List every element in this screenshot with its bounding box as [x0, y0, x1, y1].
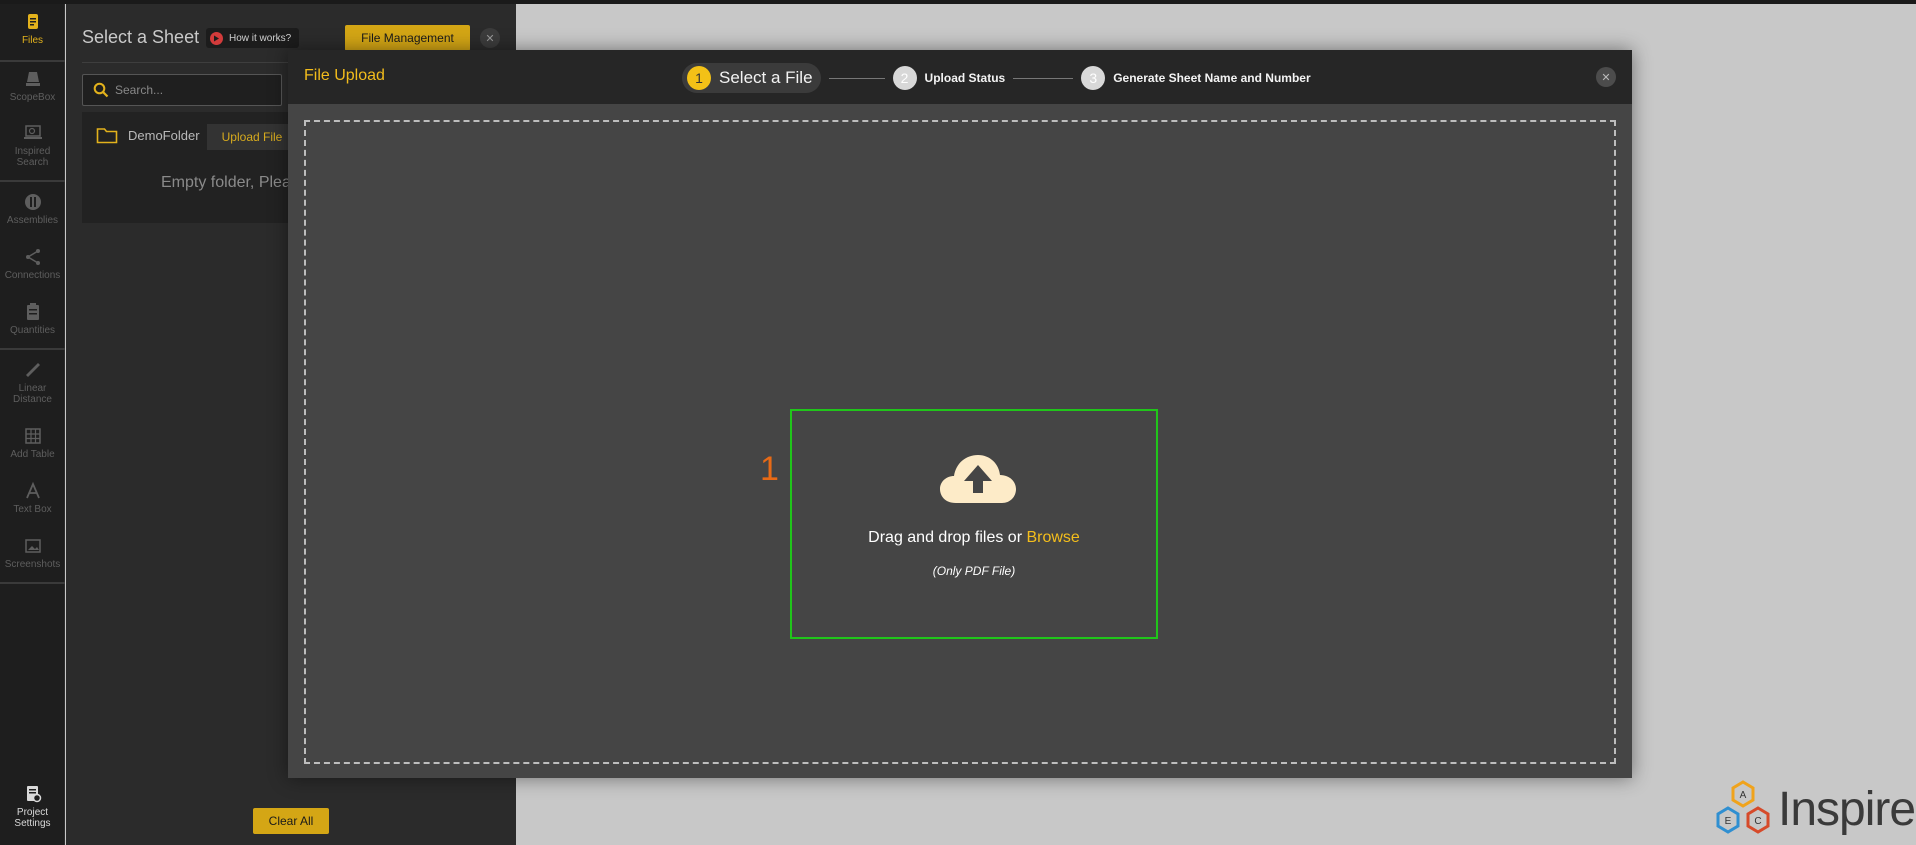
sidebar-divider: [0, 60, 65, 62]
sidebar-label-assemblies: Assemblies: [6, 215, 59, 226]
sidebar-divider: [0, 348, 65, 350]
sidebar-item-files[interactable]: Files: [0, 12, 65, 46]
sidebar-item-assemblies[interactable]: Assemblies: [0, 192, 65, 226]
step-connector: [1013, 77, 1074, 79]
browse-link[interactable]: Browse: [1026, 529, 1079, 546]
brand-name: Inspire: [1778, 782, 1916, 836]
step-number: 2: [892, 66, 917, 90]
drag-drop-text: Drag and drop files or Browse: [792, 529, 1156, 547]
sidebar-label-connections: Connections: [4, 270, 61, 281]
how-it-works-button[interactable]: How it works?: [206, 28, 300, 48]
sidebar-label-screenshots: Screenshots: [4, 559, 61, 570]
modal-header: File Upload 1 Select a File 2 Upload Sta…: [288, 50, 1632, 104]
clipboard-icon: [26, 303, 39, 320]
clear-all-button[interactable]: Clear All: [253, 808, 329, 834]
step-label: Generate Sheet Name and Number: [1113, 71, 1311, 85]
sidebar-label-inspired-search: Inspired Search: [14, 146, 51, 168]
text-icon: [25, 481, 40, 499]
play-icon: [210, 31, 223, 45]
step-label: Select a File: [719, 68, 813, 87]
panel-close-button[interactable]: ✕: [480, 28, 500, 48]
sidebar-item-scopebox[interactable]: ScopeBox: [0, 69, 65, 103]
cloud-upload-icon: [940, 455, 1016, 503]
sidebar-item-add-table[interactable]: Add Table: [0, 426, 65, 460]
step-number: 1: [687, 66, 711, 90]
folder-icon: [96, 128, 118, 144]
sidebar-item-quantities[interactable]: Quantities: [0, 302, 65, 336]
ruler-icon: [25, 363, 40, 377]
sidebar-item-connections[interactable]: Connections: [0, 247, 65, 281]
project-settings-icon: [26, 786, 41, 803]
close-icon: ✕: [485, 32, 495, 45]
upload-file-button[interactable]: Upload File: [207, 124, 297, 150]
left-sidebar: Files ScopeBox Inspired Search Assemblie…: [0, 4, 65, 845]
upload-target-box[interactable]: Drag and drop files or Browse (Only PDF …: [790, 409, 1158, 639]
modal-close-button[interactable]: ✕: [1596, 67, 1616, 87]
close-icon: ✕: [1601, 71, 1611, 84]
step-label: Upload Status: [924, 71, 1006, 85]
step-number: 3: [1081, 66, 1106, 90]
brand-logo: A E C Inspire: [1712, 780, 1916, 838]
folder-row[interactable]: DemoFolder: [96, 126, 200, 144]
step-connector: [828, 77, 885, 79]
assemblies-icon: [24, 194, 41, 210]
sidebar-item-text-box[interactable]: Text Box: [0, 481, 65, 515]
drag-drop-label: Drag and drop files or: [868, 529, 1027, 546]
image-icon: [24, 539, 41, 553]
sidebar-label-scopebox: ScopeBox: [9, 92, 56, 103]
sidebar-item-screenshots[interactable]: Screenshots: [0, 536, 65, 570]
how-it-works-label: How it works?: [229, 32, 292, 44]
step-select-file: 1 Select a File: [682, 63, 821, 93]
step-marker: 1: [760, 450, 779, 488]
step-upload-status: 2 Upload Status: [892, 66, 1006, 90]
search-input[interactable]: [115, 83, 265, 97]
sidebar-divider: [0, 180, 65, 182]
sidebar-item-inspired-search[interactable]: Inspired Search: [0, 123, 65, 168]
panel-title: Select a Sheet: [82, 27, 200, 47]
hex-letter-c: C: [1754, 816, 1761, 827]
search-box: [82, 74, 282, 106]
file-icon: [27, 14, 38, 29]
sidebar-label-text-box: Text Box: [13, 504, 52, 515]
step-generate-sheet: 3 Generate Sheet Name and Number: [1081, 66, 1311, 90]
empty-folder-message: Empty folder, Plea: [161, 174, 291, 191]
sidebar-item-project-settings[interactable]: Project Settings: [0, 784, 65, 829]
sidebar-label-files: Files: [21, 35, 44, 46]
sidebar-label-linear-distance: Linear Distance: [13, 383, 52, 405]
dropzone[interactable]: 1 Drag and drop files or Browse (Only PD…: [304, 120, 1616, 764]
file-management-button[interactable]: File Management: [345, 25, 470, 51]
hex-letter-a: A: [1740, 790, 1747, 801]
table-icon: [24, 428, 41, 444]
hex-letter-e: E: [1725, 816, 1732, 827]
modal-title: File Upload: [304, 67, 385, 84]
scopebox-icon: [25, 72, 40, 86]
sidebar-label-quantities: Quantities: [9, 325, 56, 336]
sidebar-label-project-settings: Project Settings: [14, 807, 51, 829]
sidebar-item-linear-distance[interactable]: Linear Distance: [0, 360, 65, 405]
upload-stepper: 1 Select a File 2 Upload Status 3 Genera…: [682, 63, 1311, 93]
sidebar-divider: [0, 582, 65, 584]
file-type-hint: (Only PDF File): [932, 564, 1016, 578]
connections-icon: [25, 249, 40, 265]
sidebar-label-add-table: Add Table: [10, 449, 55, 460]
file-upload-modal: File Upload 1 Select a File 2 Upload Sta…: [288, 50, 1632, 778]
hexagon-logo-icon: A E C: [1716, 780, 1770, 834]
laptop-search-icon: [23, 125, 42, 139]
folder-name: DemoFolder: [128, 127, 200, 143]
search-icon: [93, 82, 109, 98]
